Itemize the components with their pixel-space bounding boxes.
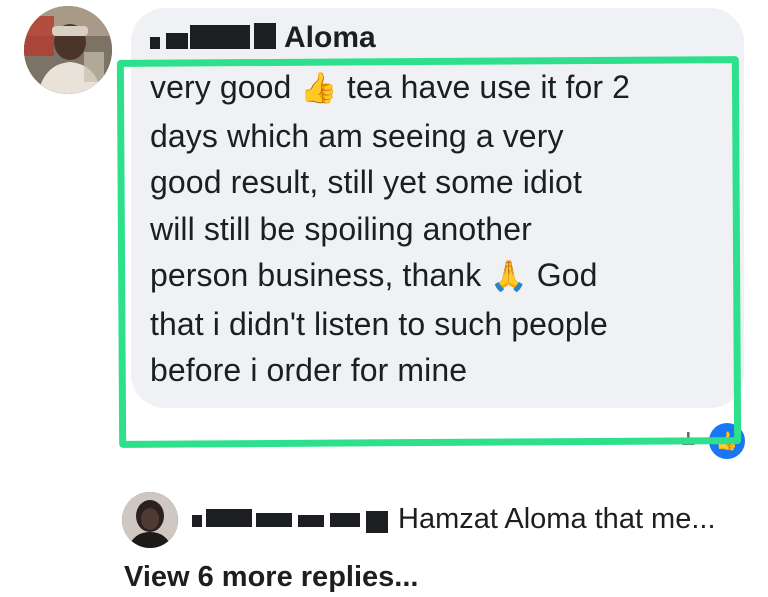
author-surname: Aloma: [284, 21, 376, 54]
reply-button[interactable]: Reply: [350, 416, 432, 456]
redacted-name: [150, 23, 278, 49]
like-reaction-icon[interactable]: 👍: [706, 420, 748, 462]
reaction-count[interactable]: 1: [680, 432, 696, 456]
comment-author[interactable]: Aloma: [150, 18, 376, 58]
view-more-replies-link[interactable]: View 6 more replies...: [124, 558, 418, 596]
reply-author-redacted[interactable]: [192, 503, 392, 535]
comment-timestamp[interactable]: 2w: [150, 416, 188, 456]
reply-avatar-photo: [122, 492, 178, 548]
reply-preview-text[interactable]: Hamzat Aloma that me...: [398, 500, 716, 538]
thumbs-up-icon: 👍: [300, 71, 338, 106]
facebook-comment-screenshot: Aloma very good 👍 tea have use it for 2 …: [0, 0, 768, 597]
commenter-avatar-photo: [24, 6, 112, 94]
commenter-avatar[interactable]: [24, 6, 112, 94]
comment-text: very good 👍 tea have use it for 2 days w…: [150, 64, 720, 394]
praying-hands-icon: 🙏: [490, 259, 528, 294]
like-button[interactable]: Like: [242, 416, 302, 456]
comment-text-part-1: very good: [150, 69, 301, 105]
reply-avatar[interactable]: [122, 492, 178, 548]
